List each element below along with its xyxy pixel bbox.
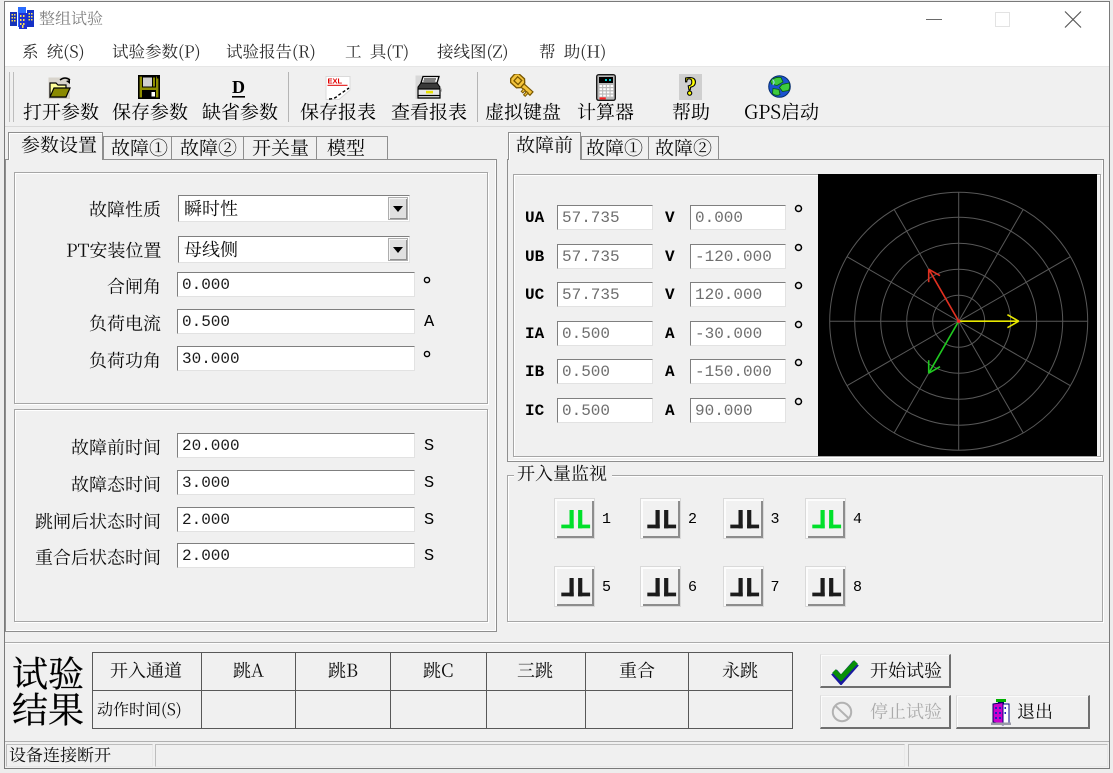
svg-text:?: ? <box>684 74 697 101</box>
svg-text:EXL: EXL <box>328 77 343 86</box>
svg-text:D: D <box>232 77 245 97</box>
